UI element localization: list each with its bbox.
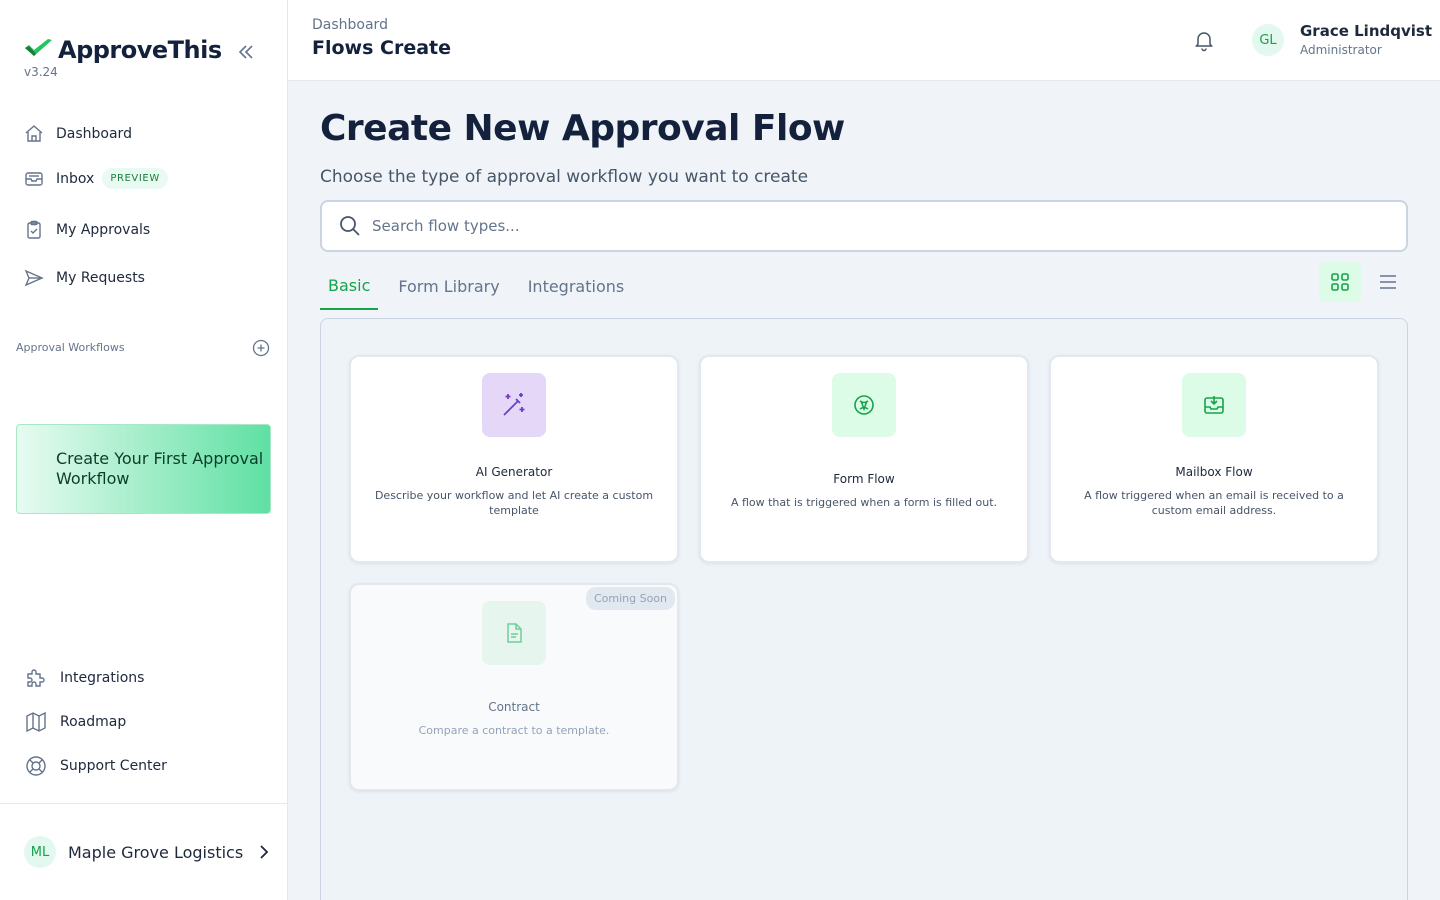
list-view-button[interactable] — [1370, 262, 1406, 302]
bell-icon[interactable] — [1192, 28, 1216, 52]
preview-badge: PREVIEW — [102, 168, 168, 189]
app-version: v3.24 — [24, 65, 58, 79]
user-role: Administrator — [1300, 43, 1382, 57]
nav-dashboard[interactable]: Dashboard — [24, 124, 132, 144]
flow-card-contract: Coming Soon Contract Compare a contract … — [349, 583, 679, 791]
nav-my-approvals-label: My Approvals — [56, 222, 151, 238]
magic-wand-icon — [482, 373, 546, 437]
flow-type-tabs: Basic Form Library Integrations — [320, 262, 644, 310]
top-header: Dashboard Flows Create GL Grace Lindqvis… — [288, 0, 1440, 81]
search-icon — [340, 216, 360, 236]
search-box — [320, 200, 1408, 252]
page-title: Flows Create — [312, 37, 452, 59]
card-description: Describe your workflow and let AI create… — [374, 489, 654, 517]
approval-workflows-label: Approval Workflows — [16, 341, 125, 354]
card-description: A flow that is triggered when a form is … — [730, 496, 998, 509]
user-avatar[interactable]: GL — [1252, 24, 1284, 56]
sidebar: ApproveThis v3.24 Dashboard Inbox PREVIE… — [0, 0, 288, 900]
nav-roadmap[interactable]: Roadmap — [24, 710, 126, 734]
flow-card-form-flow[interactable]: Form Flow A flow that is triggered when … — [699, 355, 1029, 563]
puzzle-icon — [27, 669, 45, 687]
nav-support-center[interactable]: Support Center — [24, 754, 167, 778]
logo-check-icon — [25, 39, 52, 56]
lifebuoy-icon — [26, 756, 46, 776]
nav-my-approvals[interactable]: My Approvals — [24, 220, 150, 240]
coming-soon-badge: Coming Soon — [585, 587, 675, 610]
tab-basic[interactable]: Basic — [320, 262, 379, 310]
clipboard-check-icon — [24, 220, 44, 240]
card-title: Form Flow — [833, 472, 895, 486]
nav-integrations[interactable]: Integrations — [24, 666, 144, 690]
card-description: Compare a contract to a template. — [418, 724, 610, 737]
nav-support-center-label: Support Center — [60, 758, 167, 774]
nav-my-requests-label: My Requests — [56, 270, 145, 286]
document-icon — [482, 601, 546, 665]
map-icon — [26, 711, 46, 733]
organization-switcher: ML Maple Grove Logistics — [0, 803, 287, 900]
nav-integrations-label: Integrations — [60, 670, 145, 686]
main-title: Create New Approval Flow — [320, 108, 845, 149]
nav-dashboard-label: Dashboard — [56, 126, 132, 142]
main-subtitle: Choose the type of approval workflow you… — [320, 167, 809, 187]
create-first-workflow-button[interactable]: Create Your First Approval Workflow — [16, 424, 271, 514]
nav-inbox[interactable]: Inbox PREVIEW — [24, 168, 168, 189]
brand-name: ApproveThis — [58, 36, 222, 64]
form-icon — [832, 373, 896, 437]
add-workflow-icon[interactable] — [252, 339, 270, 357]
tab-integrations[interactable]: Integrations — [520, 262, 633, 310]
flow-card-mailbox-flow[interactable]: Mailbox Flow A flow triggered when an em… — [1049, 355, 1379, 563]
breadcrumb-dashboard[interactable]: Dashboard — [312, 17, 388, 33]
home-icon — [24, 124, 44, 144]
grid-icon — [1331, 273, 1349, 291]
nav-my-requests[interactable]: My Requests — [24, 268, 145, 288]
inbox-download-icon — [1182, 373, 1246, 437]
card-title: Mailbox Flow — [1175, 465, 1253, 479]
card-description: A flow triggered when an email is receiv… — [1084, 489, 1344, 517]
org-avatar: ML — [24, 836, 56, 868]
collapse-sidebar-button[interactable] — [234, 40, 258, 64]
chevron-right-icon — [260, 845, 269, 859]
search-input[interactable] — [372, 217, 1352, 235]
card-title: Contract — [488, 700, 540, 714]
grid-view-button[interactable] — [1319, 262, 1361, 302]
send-icon — [24, 268, 44, 288]
list-icon — [1380, 275, 1396, 289]
flow-card-ai-generator[interactable]: AI Generator Describe your workflow and … — [349, 355, 679, 563]
brand[interactable]: ApproveThis — [24, 36, 222, 64]
create-first-workflow-label: Create Your First Approval Workflow — [55, 449, 264, 488]
org-name: Maple Grove Logistics — [68, 842, 244, 862]
inbox-icon — [24, 169, 44, 189]
chevrons-left-icon — [238, 45, 253, 59]
tab-form-library[interactable]: Form Library — [390, 262, 507, 310]
card-title: AI Generator — [475, 465, 553, 479]
nav-inbox-label: Inbox — [56, 170, 95, 187]
organization-button[interactable]: ML Maple Grove Logistics — [24, 836, 271, 868]
user-name[interactable]: Grace Lindqvist — [1300, 22, 1432, 40]
nav-roadmap-label: Roadmap — [60, 714, 127, 730]
